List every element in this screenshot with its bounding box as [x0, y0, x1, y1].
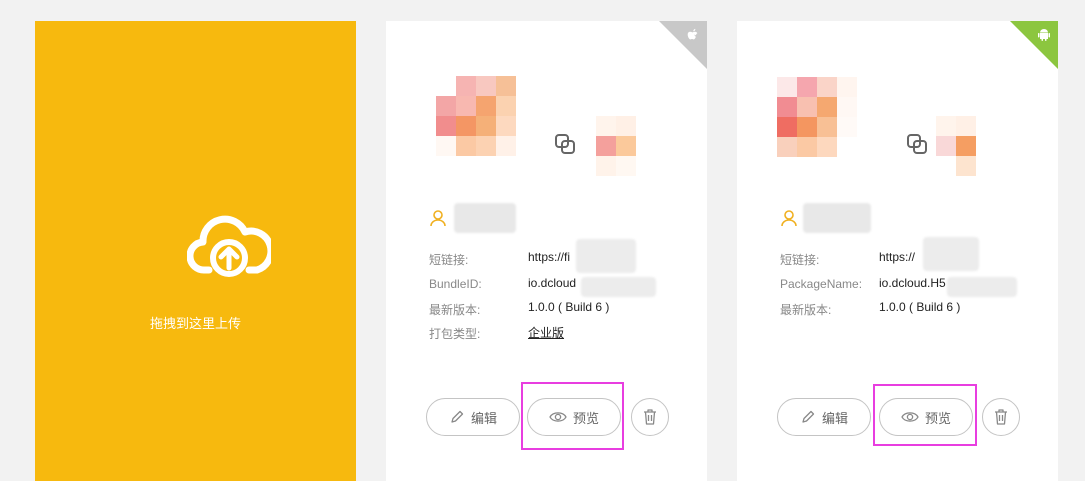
delete-button[interactable] — [982, 398, 1020, 436]
delete-button[interactable] — [631, 398, 669, 436]
field-label: 最新版本: — [429, 303, 481, 317]
username-redacted — [803, 203, 871, 233]
version-value: 1.0.0 ( Build 6 ) — [879, 300, 961, 314]
upload-dropzone[interactable]: 拖拽到这里上传 — [35, 21, 356, 481]
package-type-value: 企业版 — [528, 326, 565, 340]
app-card-android: 短链接: https:// PackageName: io.dcloud.H5 … — [737, 21, 1058, 481]
edit-label: 编辑 — [821, 410, 848, 426]
preview-label: 预览 — [572, 410, 599, 426]
edit-button[interactable]: 编辑 — [426, 398, 520, 436]
package-name-value: io.dcloud.H5 — [879, 276, 946, 290]
eye-icon — [549, 412, 567, 422]
version-value: 1.0.0 ( Build 6 ) — [528, 300, 610, 314]
redacted-block — [947, 277, 1017, 297]
username-redacted — [454, 203, 516, 233]
redacted-block — [581, 277, 656, 297]
user-icon — [781, 210, 797, 227]
short-link-value[interactable]: https:// — [879, 250, 915, 264]
android-icon — [1038, 29, 1050, 41]
pencil-icon — [802, 410, 815, 423]
link-icon — [907, 134, 927, 154]
bundle-id-value: io.dcloud — [528, 276, 577, 290]
field-label: PackageName: — [780, 277, 863, 291]
field-label: BundleID: — [429, 277, 482, 291]
field-label: 最新版本: — [780, 303, 832, 317]
field-label: 打包类型: — [429, 327, 481, 341]
app-card-ios: 短链接: https://fi BundleID: io.dcloud 最新版本… — [386, 21, 707, 481]
app-icon — [436, 76, 516, 156]
qr-code — [936, 116, 976, 176]
user-icon — [430, 210, 446, 227]
pencil-icon — [451, 410, 464, 423]
redacted-block — [576, 239, 636, 273]
cloud-upload-icon — [187, 215, 271, 277]
short-link-value[interactable]: https://fi — [528, 250, 570, 264]
field-label: 短链接: — [780, 253, 820, 267]
apple-icon — [687, 28, 698, 40]
preview-label: 预览 — [924, 410, 951, 426]
edit-label: 编辑 — [470, 410, 497, 426]
trash-icon — [644, 409, 656, 425]
field-label: 短链接: — [429, 253, 469, 267]
app-icon — [777, 77, 857, 157]
preview-button[interactable]: 预览 — [879, 398, 973, 436]
link-icon — [555, 134, 575, 154]
qr-code — [596, 116, 636, 176]
eye-icon — [901, 412, 919, 422]
edit-button[interactable]: 编辑 — [777, 398, 871, 436]
redacted-block — [923, 237, 979, 271]
trash-icon — [995, 409, 1007, 425]
preview-button[interactable]: 预览 — [527, 398, 621, 436]
upload-label: 拖拽到这里上传 — [149, 316, 241, 331]
